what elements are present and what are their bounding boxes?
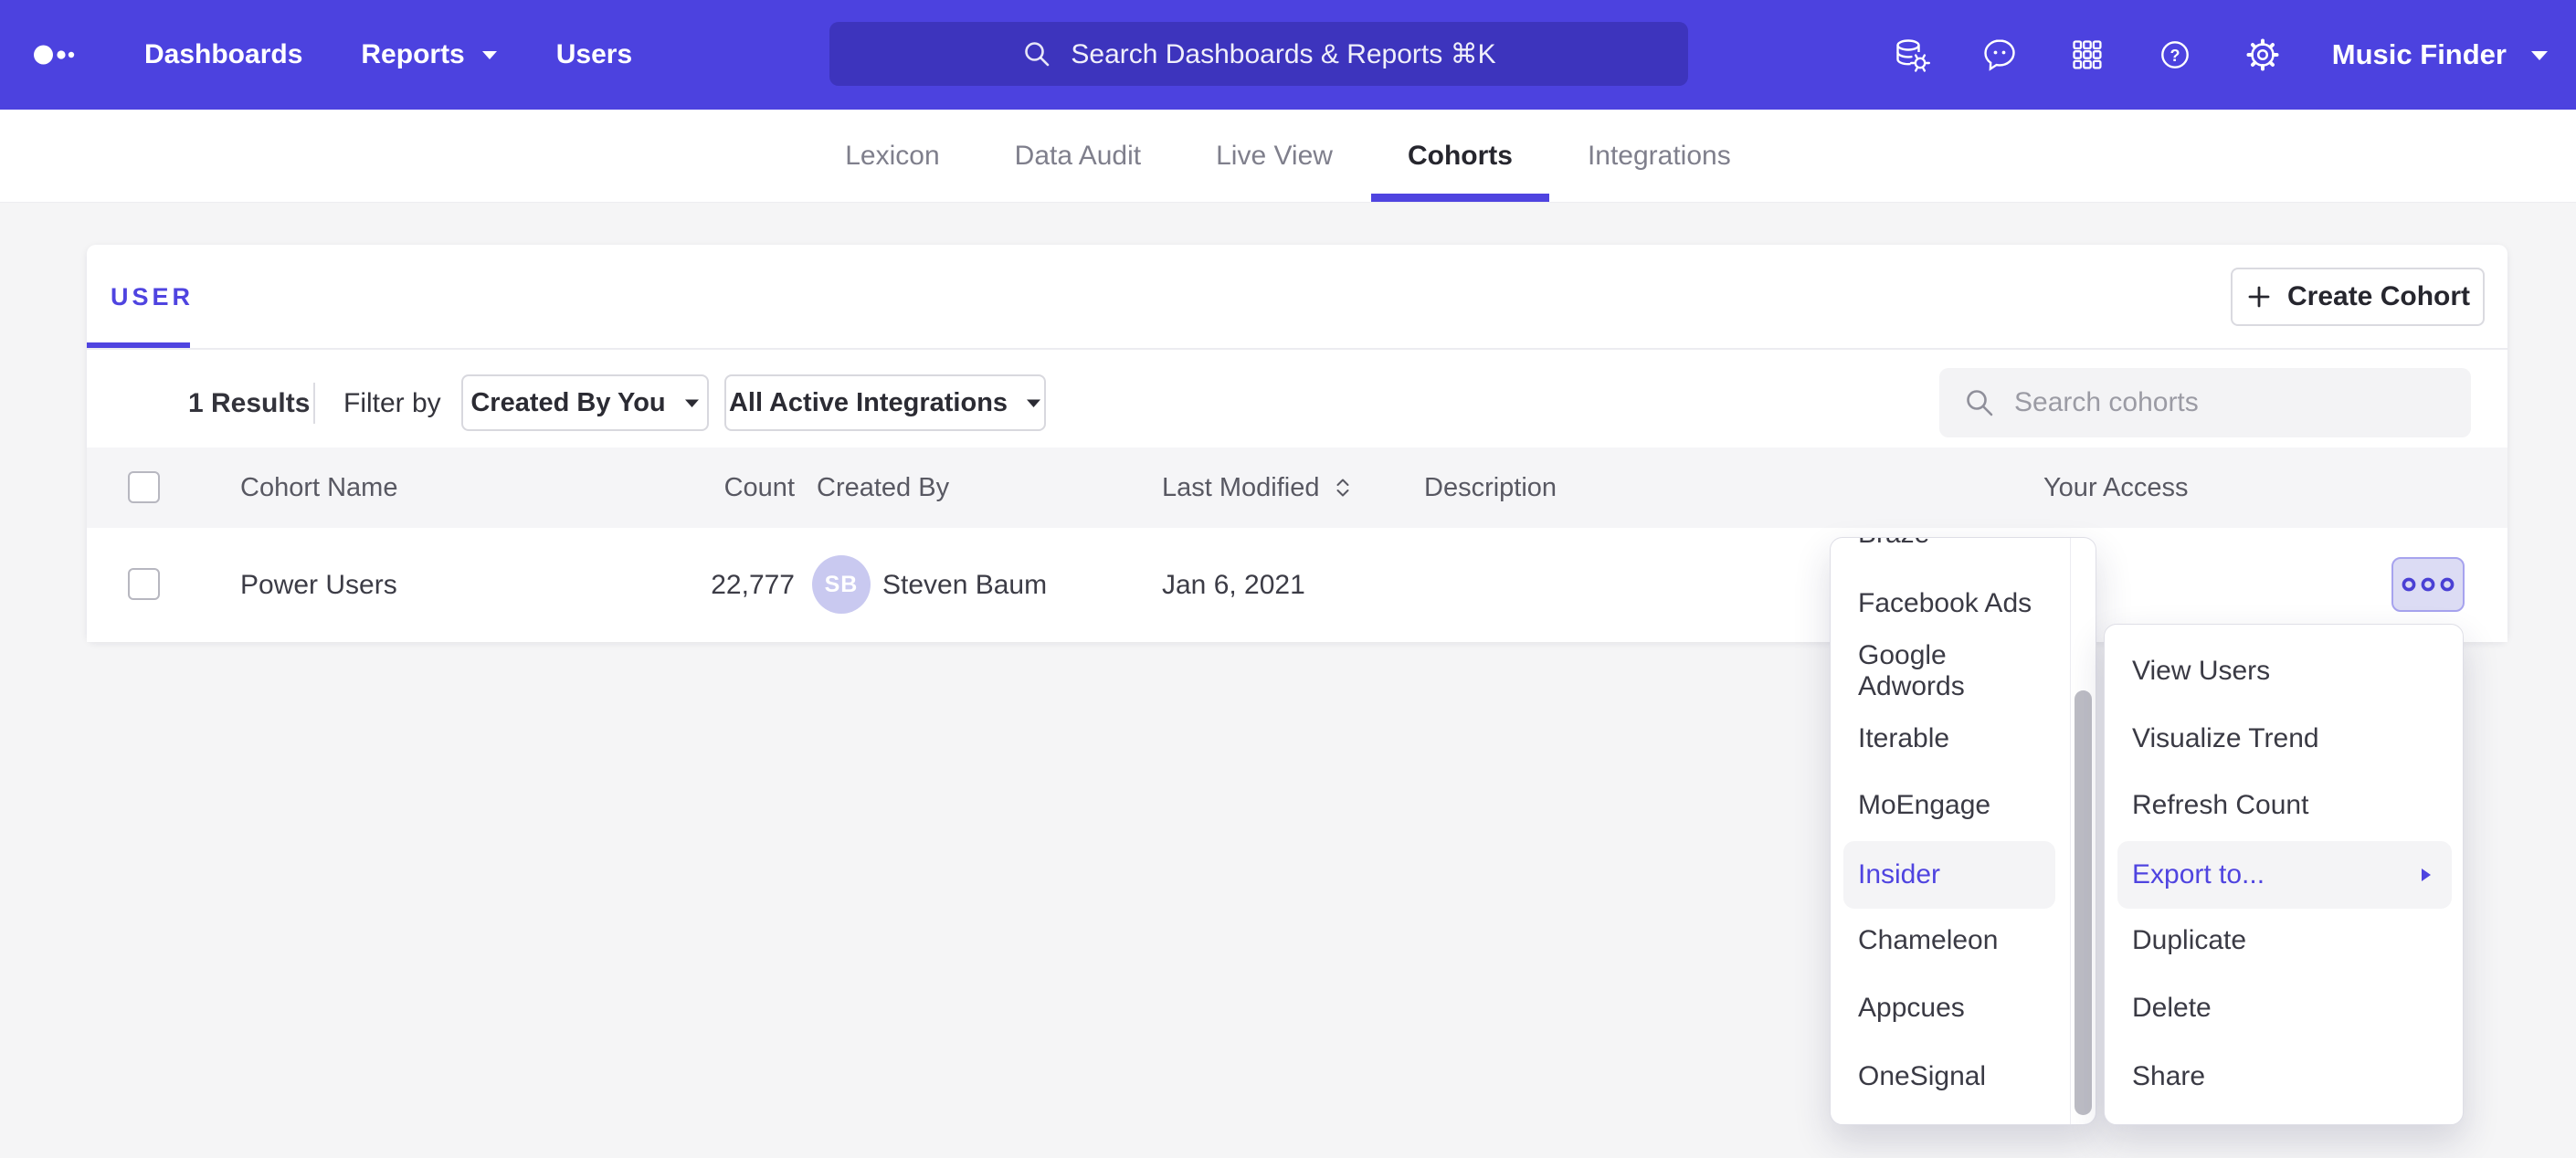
column-header-last-modified[interactable]: Last Modified xyxy=(1162,447,1353,528)
chevron-down-icon xyxy=(481,49,498,60)
export-to-submenu: Braze Facebook Ads Google Adwords Iterab… xyxy=(1830,537,2096,1125)
cohort-type-tab-user[interactable]: USER xyxy=(111,283,194,311)
tab-data-audit-label: Data Audit xyxy=(1015,141,1141,172)
global-search-input[interactable]: Search Dashboards & Reports ⌘K xyxy=(829,22,1688,86)
sort-icon[interactable] xyxy=(1333,476,1353,500)
search-cohorts-placeholder: Search cohorts xyxy=(2014,387,2199,418)
feedback-icon[interactable] xyxy=(1981,37,2018,73)
tab-live-view-label: Live View xyxy=(1216,141,1333,172)
chevron-down-icon xyxy=(2530,49,2549,61)
help-icon[interactable]: ? xyxy=(2157,37,2193,73)
export-option-facebook-ads[interactable]: Facebook Ads xyxy=(1843,570,2055,637)
menu-item-delete[interactable]: Delete xyxy=(2117,974,2452,1042)
menu-item-view-users[interactable]: View Users xyxy=(2117,637,2452,705)
row-checkbox[interactable] xyxy=(128,568,160,600)
search-icon xyxy=(1021,38,1052,69)
column-header-count: Count xyxy=(548,447,795,528)
divider xyxy=(87,348,2507,350)
column-header-created-by: Created By xyxy=(817,447,949,528)
export-option-onesignal[interactable]: OneSignal xyxy=(1843,1043,2055,1111)
nav-dashboards-label: Dashboards xyxy=(144,39,302,70)
export-option-chameleon[interactable]: Chameleon xyxy=(1843,907,2055,974)
export-option-iterable[interactable]: Iterable xyxy=(1843,705,2055,773)
global-search-placeholder: Search Dashboards & Reports ⌘K xyxy=(1071,38,1495,70)
column-header-cohort-name: Cohort Name xyxy=(240,447,397,528)
submenu-arrow-icon xyxy=(2420,868,2432,883)
nav-dashboards[interactable]: Dashboards xyxy=(144,39,302,70)
plus-icon xyxy=(2245,283,2273,311)
tab-live-view[interactable]: Live View xyxy=(1216,110,1333,202)
export-option-google-adwords[interactable]: Google Adwords xyxy=(1843,637,2055,705)
scrollbar-thumb[interactable] xyxy=(2075,690,2092,1115)
filter-by-label: Filter by xyxy=(343,388,441,419)
menu-item-export-to[interactable]: Export to... xyxy=(2117,841,2452,909)
select-all-checkbox[interactable] xyxy=(128,471,160,503)
created-by-filter-label: Created By You xyxy=(470,388,665,418)
menu-item-refresh-count[interactable]: Refresh Count xyxy=(2117,772,2452,839)
chevron-down-icon xyxy=(684,398,700,408)
results-count: 1 Results xyxy=(188,388,310,419)
column-header-your-access: Your Access xyxy=(2043,447,2189,528)
cohorts-panel: USER Create Cohort 1 Results Filter by C… xyxy=(87,245,2507,642)
tab-lexicon-label: Lexicon xyxy=(845,141,939,172)
nav-reports-label: Reports xyxy=(361,39,464,70)
svg-text:?: ? xyxy=(2170,47,2180,65)
tab-integrations[interactable]: Integrations xyxy=(1588,110,1731,202)
primary-nav: Dashboards Reports Users xyxy=(144,39,632,70)
last-modified-value: Jan 6, 2021 xyxy=(1162,528,1305,642)
integrations-filter-label: All Active Integrations xyxy=(729,388,1008,418)
tab-integrations-label: Integrations xyxy=(1588,141,1731,172)
table-header-row: Cohort Name Count Created By Last Modifi… xyxy=(87,447,2507,528)
integrations-filter-dropdown[interactable]: All Active Integrations xyxy=(724,374,1046,431)
tab-cohorts-label: Cohorts xyxy=(1408,141,1513,172)
column-header-description: Description xyxy=(1424,447,1557,528)
created-by-filter-dropdown[interactable]: Created By You xyxy=(461,374,709,431)
avatar: SB xyxy=(812,555,871,614)
nav-users-label: Users xyxy=(556,39,632,70)
nav-users[interactable]: Users xyxy=(556,39,632,70)
search-icon xyxy=(1963,386,1996,419)
cohort-name-link[interactable]: Power Users xyxy=(240,528,397,642)
scrollbar-track xyxy=(2070,538,2071,1124)
nav-reports[interactable]: Reports xyxy=(361,39,497,70)
menu-item-duplicate[interactable]: Duplicate xyxy=(2117,907,2452,974)
data-management-tabs: Lexicon Data Audit Live View Cohorts Int… xyxy=(0,110,2576,203)
export-option-moengage[interactable]: MoEngage xyxy=(1843,772,2055,839)
cohort-count-value: 22,777 xyxy=(548,528,795,642)
export-option-insider[interactable]: Insider xyxy=(1843,841,2055,909)
row-actions-button[interactable] xyxy=(2391,557,2465,612)
tab-lexicon[interactable]: Lexicon xyxy=(845,110,939,202)
apps-grid-icon[interactable] xyxy=(2069,37,2106,73)
topbar-right-cluster: ? Music Finder xyxy=(1894,0,2549,110)
project-name: Music Finder xyxy=(2332,38,2507,71)
menu-item-visualize-trend[interactable]: Visualize Trend xyxy=(2117,705,2452,773)
export-option-braze[interactable]: Braze xyxy=(1843,537,2055,568)
divider xyxy=(313,383,315,424)
created-by-value: Steven Baum xyxy=(882,528,1047,642)
settings-gear-icon[interactable] xyxy=(2244,37,2281,73)
tab-cohorts[interactable]: Cohorts xyxy=(1408,110,1513,202)
export-option-appcues[interactable]: Appcues xyxy=(1843,974,2055,1042)
search-cohorts-input[interactable]: Search cohorts xyxy=(1939,368,2471,437)
data-settings-icon[interactable] xyxy=(1894,37,1930,73)
project-switcher[interactable]: Music Finder xyxy=(2332,38,2549,71)
row-actions-menu: View Users Visualize Trend Refresh Count… xyxy=(2104,624,2464,1125)
ellipsis-icon xyxy=(2400,574,2456,595)
chevron-down-icon xyxy=(1026,398,1041,408)
menu-item-share[interactable]: Share xyxy=(2117,1043,2452,1111)
tab-data-audit[interactable]: Data Audit xyxy=(1015,110,1141,202)
mixpanel-logo[interactable] xyxy=(33,41,80,68)
create-cohort-button[interactable]: Create Cohort xyxy=(2231,268,2485,326)
create-cohort-label: Create Cohort xyxy=(2287,281,2470,312)
top-navigation-bar: Dashboards Reports Users Search Dashboar… xyxy=(0,0,2576,110)
